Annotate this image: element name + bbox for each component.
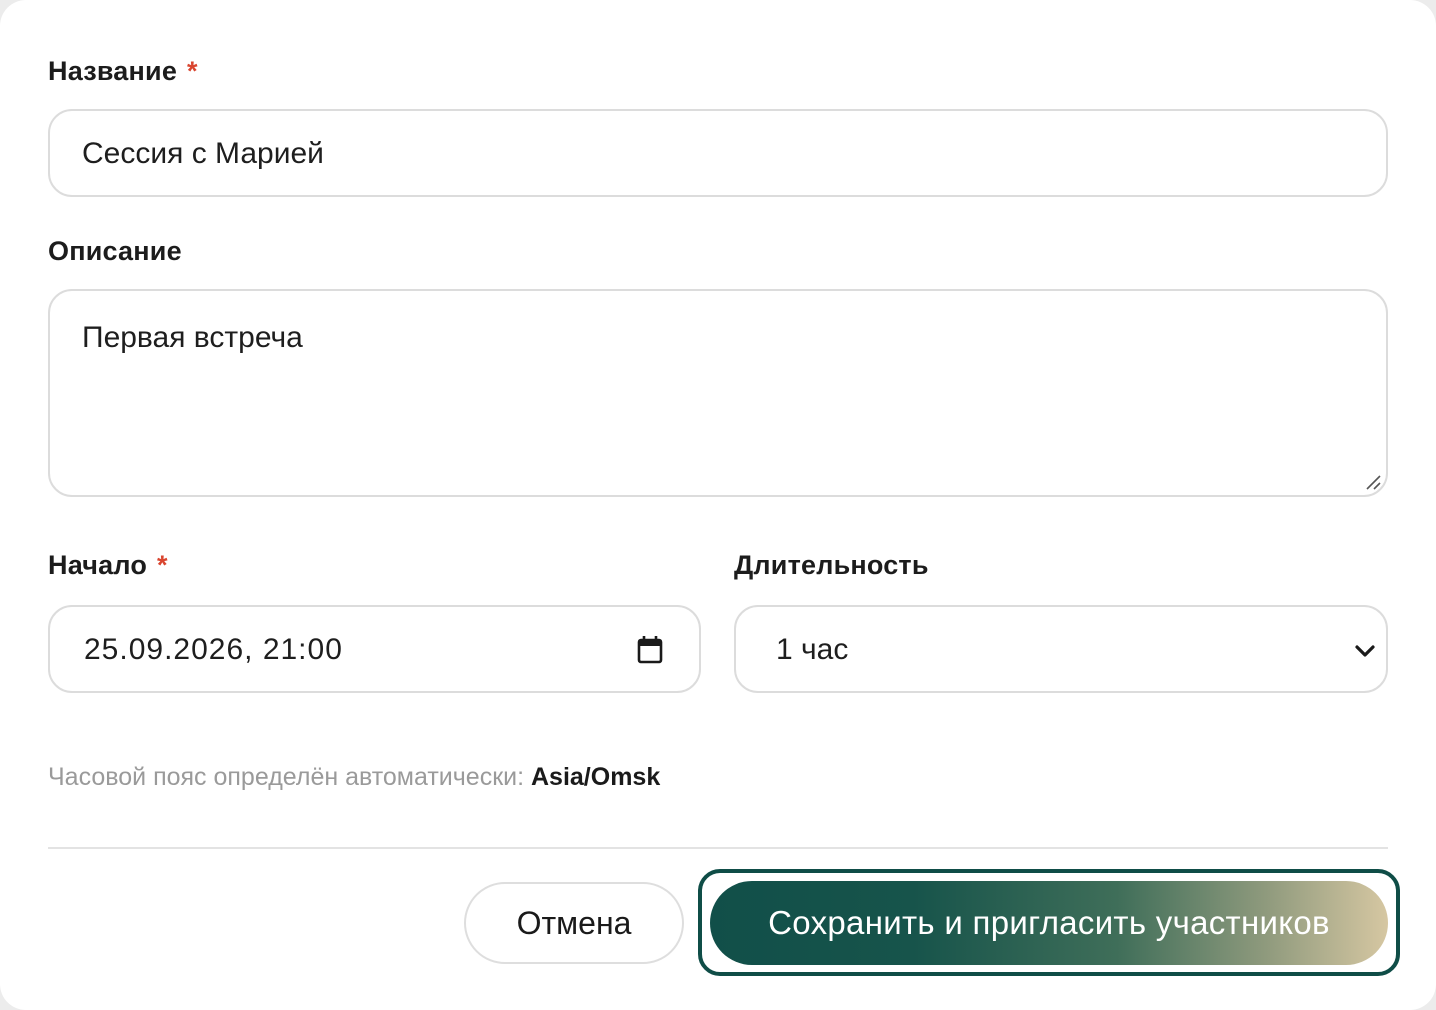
timezone-hint-text: Часовой пояс определён автоматически: (48, 763, 525, 791)
start-datetime-input[interactable]: 25.09.2026, 21:00 (48, 605, 701, 693)
resize-grip-icon[interactable] (1364, 473, 1382, 491)
event-form-card: Название * Сессия с Марией Описание Перва… (0, 0, 1436, 1010)
description-label: Описание (48, 236, 182, 266)
timezone-value: Asia/Omsk (531, 763, 661, 791)
required-mark: * (157, 550, 168, 580)
duration-select[interactable]: 1 час (734, 605, 1388, 693)
timezone-hint: Часовой пояс определён автоматически: As… (48, 763, 660, 792)
footer-divider (48, 847, 1388, 849)
duration-select-value: 1 час (776, 633, 849, 666)
start-label-text: Начало (48, 550, 148, 580)
title-label-text: Название (48, 56, 178, 86)
description-textarea-value: Первая встреча (82, 321, 303, 354)
start-datetime-value: 25.09.2026, 21:00 (84, 633, 343, 666)
title-input[interactable]: Сессия с Марией (48, 109, 1388, 197)
description-textarea[interactable]: Первая встреча (48, 289, 1388, 497)
cancel-button[interactable]: Отмена (464, 882, 684, 964)
start-label: Начало * (48, 550, 168, 581)
calendar-icon[interactable] (636, 635, 664, 665)
title-input-value: Сессия с Марией (82, 137, 324, 170)
title-label: Название * (48, 56, 198, 87)
required-mark: * (187, 56, 198, 86)
save-and-invite-button[interactable]: Сохранить и пригласить участников (710, 881, 1388, 965)
duration-label: Длительность (734, 550, 929, 580)
chevron-down-icon (1355, 645, 1375, 657)
